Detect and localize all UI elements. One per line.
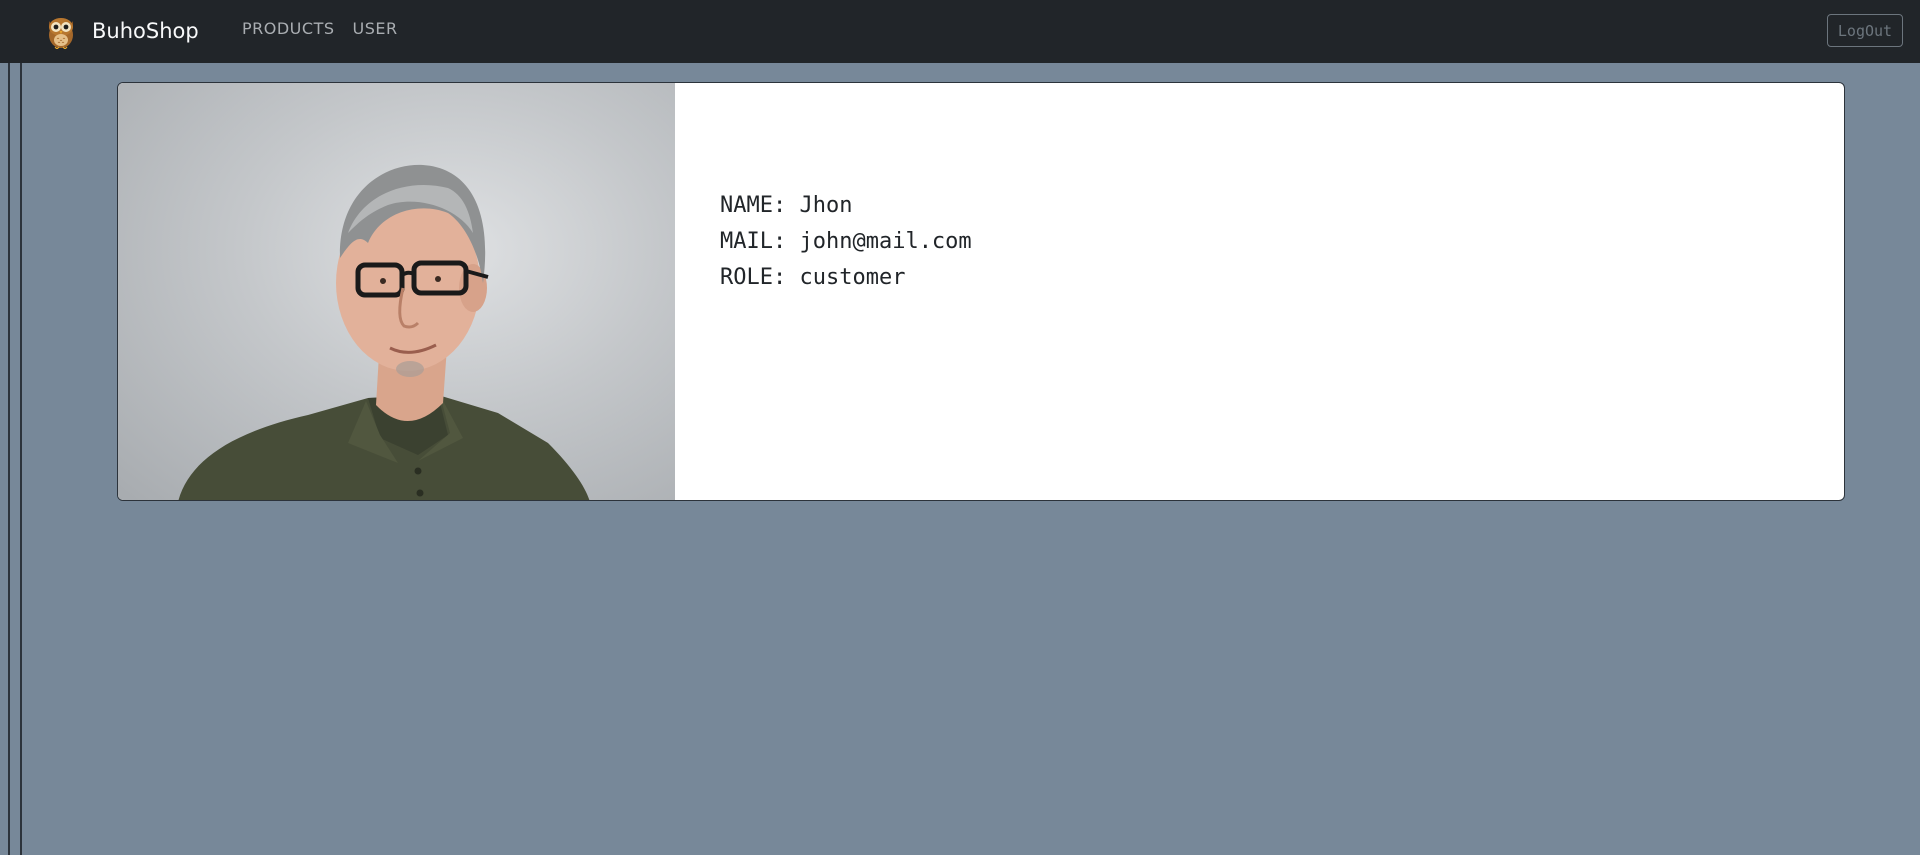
role-label: ROLE: <box>720 265 787 290</box>
logout-button[interactable]: LogOut <box>1827 14 1903 47</box>
left-edge-line <box>20 54 22 855</box>
top-navbar: BuhoShop PRODUCTS USER LogOut <box>0 0 1920 63</box>
profile-mail-row: MAIL: john@mail.com <box>720 224 972 260</box>
role-value: customer <box>799 265 906 290</box>
nav-links: PRODUCTS USER <box>242 19 398 38</box>
name-value: Jhon <box>799 193 853 218</box>
mail-label: MAIL: <box>720 229 787 254</box>
brand-name: BuhoShop <box>92 19 199 43</box>
profile-role-row: ROLE: customer <box>720 260 972 296</box>
brand-link[interactable]: BuhoShop <box>46 12 199 50</box>
mail-value: john@mail.com <box>799 229 972 254</box>
profile-details: NAME: Jhon MAIL: john@mail.com ROLE: cus… <box>675 83 972 500</box>
profile-name-row: NAME: Jhon <box>720 188 972 224</box>
owl-icon <box>49 18 73 49</box>
profile-card: NAME: Jhon MAIL: john@mail.com ROLE: cus… <box>117 82 1845 501</box>
nav-link-products[interactable]: PRODUCTS <box>242 19 335 38</box>
left-edge-mark <box>8 54 22 116</box>
left-edge-line <box>8 54 10 855</box>
user-portrait-photo <box>178 164 590 500</box>
nav-link-user[interactable]: USER <box>353 19 398 38</box>
profile-photo <box>118 83 675 500</box>
name-label: NAME: <box>720 193 787 218</box>
